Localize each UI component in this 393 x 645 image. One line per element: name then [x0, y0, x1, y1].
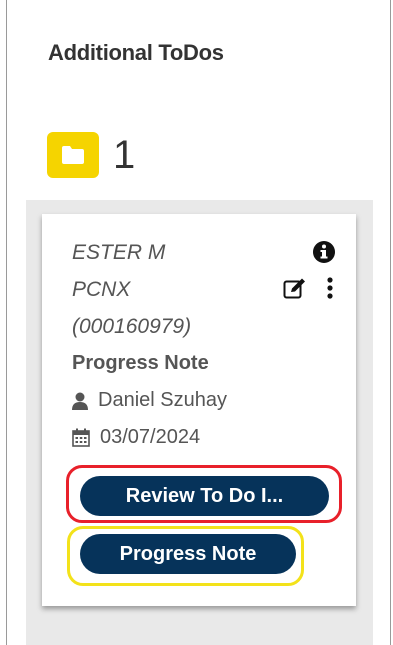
- highlight-progress-button: [67, 526, 304, 586]
- info-icon[interactable]: [312, 240, 336, 264]
- edit-icon[interactable]: [283, 277, 307, 299]
- calendar-icon: [72, 428, 90, 447]
- section-title: Additional ToDos: [48, 40, 224, 65]
- highlight-review-button: [66, 465, 342, 523]
- patient-name: ESTER M: [72, 241, 166, 264]
- author-row: Daniel Szuhay: [72, 389, 227, 412]
- document-type: Progress Note: [72, 352, 209, 374]
- user-icon: [72, 392, 88, 410]
- folder-icon[interactable]: [47, 132, 99, 178]
- todo-date: 03/07/2024: [100, 426, 201, 448]
- patient-id: (000160979): [72, 315, 192, 338]
- patient-name-line2: PCNX: [72, 278, 131, 301]
- date-row: 03/07/2024: [72, 426, 200, 449]
- more-options-icon[interactable]: [326, 276, 334, 300]
- todo-count-row: 1: [47, 132, 135, 178]
- author-name: Daniel Szuhay: [98, 389, 227, 411]
- todo-count: 1: [113, 133, 136, 177]
